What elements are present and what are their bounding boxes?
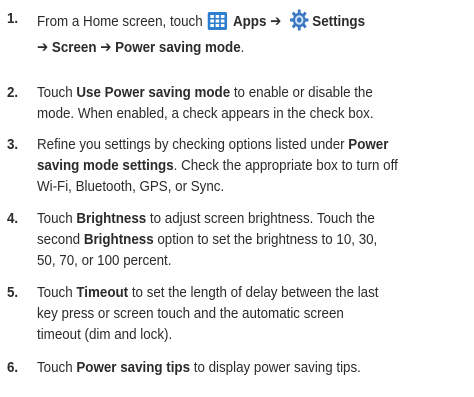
text-span: timeout (dim and lock). <box>37 326 173 343</box>
text-line: Wi-Fi, Bluetooth, GPS, or Sync. <box>37 176 459 197</box>
text-span: 50, 70, or 100 percent. <box>37 252 172 269</box>
instruction-page: 1. From a Home screen, touch Apps ➔ Sett… <box>0 0 474 397</box>
text-span: option to set the brightness to 10, 30, <box>153 231 378 248</box>
text-span: to set the length of delay between the l… <box>128 284 379 301</box>
text-span: From a Home screen, touch <box>37 13 207 30</box>
text-span: Wi-Fi, Bluetooth, GPS, or Sync. <box>37 178 225 195</box>
text-span: Touch <box>37 84 77 101</box>
text-span: . Check the appropriate box to turn off <box>173 157 398 174</box>
step-number: 1. <box>7 10 19 27</box>
text-span: key press or screen touch and the automa… <box>37 305 344 322</box>
bold-text: Brightness <box>76 210 147 227</box>
text-line: key press or screen touch and the automa… <box>37 303 459 324</box>
step-text: Touch Timeout to set the length of delay… <box>37 282 459 345</box>
text-line: Touch Power saving tips to display power… <box>37 357 459 378</box>
bold-text: Brightness <box>83 231 154 248</box>
step-text: Touch Brightness to adjust screen bright… <box>37 208 459 271</box>
text-line: mode. When enabled, a check appears in t… <box>37 103 459 124</box>
text-line: Touch Timeout to set the length of delay… <box>37 282 459 303</box>
step-text: Touch Power saving tips to display power… <box>37 357 459 378</box>
text-line: Refine you settings by checking options … <box>37 134 459 155</box>
gear-icon <box>289 8 310 32</box>
bold-text: Power saving tips <box>76 359 191 376</box>
text-span: to enable or disable the <box>230 84 373 101</box>
bold-text: Power <box>348 136 389 153</box>
text-line: Touch Brightness to adjust screen bright… <box>37 208 459 229</box>
text-span: . <box>240 39 245 56</box>
text-line: From a Home screen, touch Apps ➔ Setting… <box>37 8 459 32</box>
apps-grid-icon <box>208 12 228 30</box>
step-number: 4. <box>7 210 19 227</box>
text-line: 50, 70, or 100 percent. <box>37 250 459 271</box>
step-number: 5. <box>7 284 19 301</box>
bold-text: Use Power saving mode <box>76 84 231 101</box>
text-span: Refine you settings by checking options … <box>37 136 349 153</box>
text-span: Touch <box>37 210 77 227</box>
text-span: Touch <box>37 359 77 376</box>
text-line: ➔ Screen ➔ Power saving mode. <box>37 37 459 58</box>
text-span: second <box>37 231 84 248</box>
bold-text: saving mode settings <box>37 157 174 174</box>
text-span: mode. When enabled, a check appears in t… <box>37 105 374 122</box>
text-line: timeout (dim and lock). <box>37 324 459 345</box>
text-span: to adjust screen brightness. Touch the <box>146 210 375 227</box>
step-text: From a Home screen, touch Apps ➔ Setting… <box>37 8 459 58</box>
bold-text: ➔ Screen ➔ Power saving mode <box>37 39 241 56</box>
bold-text: Settings <box>312 13 366 30</box>
step-text: Refine you settings by checking options … <box>37 134 459 197</box>
text-line: saving mode settings. Check the appropri… <box>37 155 459 176</box>
step-number: 2. <box>7 84 19 101</box>
text-span: Touch <box>37 284 77 301</box>
bold-text: Apps ➔ <box>232 13 286 30</box>
text-line: second Brightness option to set the brig… <box>37 229 459 250</box>
text-line: Touch Use Power saving mode to enable or… <box>37 82 459 103</box>
step-number: 3. <box>7 136 19 153</box>
step-number: 6. <box>7 359 19 376</box>
bold-text: Timeout <box>76 284 129 301</box>
text-span: to display power saving tips. <box>190 359 361 376</box>
step-text: Touch Use Power saving mode to enable or… <box>37 82 459 124</box>
